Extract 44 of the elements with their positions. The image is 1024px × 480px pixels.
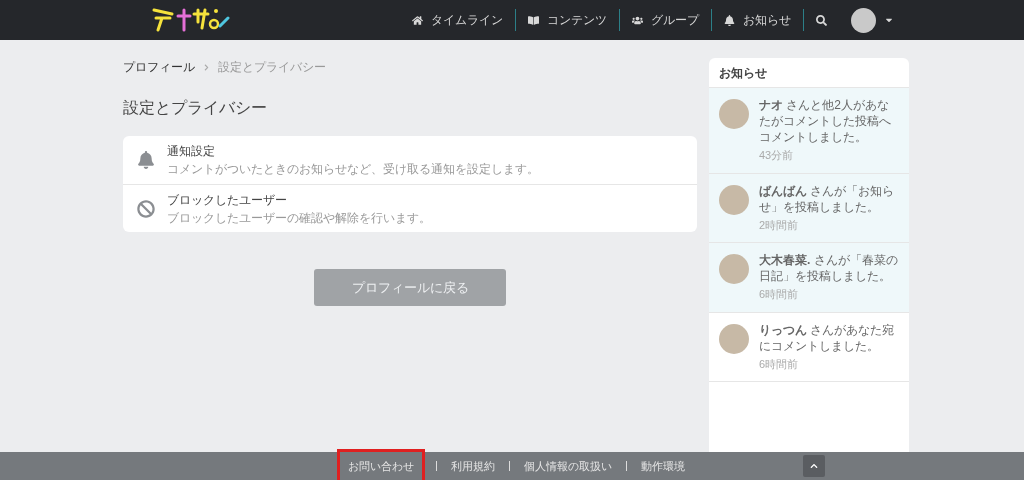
book-icon xyxy=(528,14,539,26)
footer-link[interactable]: 個人情報の取扱い xyxy=(524,457,612,475)
settings-item-description: ブロックしたユーザーの確認や解除を行います。 xyxy=(167,209,431,227)
footer-link[interactable]: 利用規約 xyxy=(451,457,495,475)
notification-message: りっつん さんがあなた宛にコメントしました。 xyxy=(759,321,896,354)
logo-icon[interactable] xyxy=(150,6,230,34)
breadcrumb-link[interactable]: プロフィール xyxy=(123,58,195,76)
avatar-menu-button[interactable] xyxy=(851,7,894,33)
footer-link[interactable]: お問い合わせ xyxy=(340,451,422,480)
avatar-photo-placeholder xyxy=(719,323,749,354)
notification-message: ばんばん さんが「お知らせ」を投稿しました。 xyxy=(759,182,896,215)
avatar-photo-placeholder xyxy=(719,184,749,215)
avatar-photo-placeholder xyxy=(719,254,749,284)
nav-link[interactable]: グループ xyxy=(620,11,711,29)
notification-time: 6時間前 xyxy=(759,287,800,302)
notification-time: 2時間前 xyxy=(759,217,800,233)
breadcrumb-current: 設定とプライバシー xyxy=(218,59,326,76)
chevron-up-icon xyxy=(810,462,818,470)
notification-time: 43分前 xyxy=(759,148,795,163)
nav-link[interactable]: お知らせ xyxy=(712,11,803,29)
settings-item-title: 通知設定 xyxy=(167,143,216,160)
nav-link[interactable]: コンテンツ xyxy=(516,11,619,29)
settings-item-title: ブロックしたユーザー xyxy=(167,191,288,209)
page-title: 設定とプライバシー xyxy=(123,98,268,118)
footer-link[interactable]: 動作環境 xyxy=(641,457,685,475)
settings-item-description: コメントがついたときのお知らせなど、受け取る通知を設定します。 xyxy=(167,161,539,178)
nav-link[interactable]: タイムライン xyxy=(400,11,515,29)
bell-icon xyxy=(724,14,735,26)
notification-time: 6時間前 xyxy=(759,356,800,372)
bell-icon xyxy=(137,151,155,169)
home-icon xyxy=(412,14,423,26)
users-icon xyxy=(632,14,643,26)
settings-item[interactable]: 通知設定 コメントがついたときのお知らせなど、受け取る通知を設定します。 xyxy=(123,136,697,184)
scroll-to-top-button[interactable] xyxy=(803,455,825,477)
notification-item[interactable]: 大木春菜. さんが「春菜の日記」を投稿しました。 6時間前 xyxy=(709,243,909,313)
settings-item[interactable]: ブロックしたユーザー ブロックしたユーザーの確認や解除を行います。 xyxy=(123,184,697,232)
chevron-icon xyxy=(203,63,210,71)
notification-item[interactable]: ナオ さんと他2人があなたがコメントした投稿へコメントしました。 43分前 xyxy=(709,88,909,174)
avatar-photo-placeholder xyxy=(719,99,749,129)
notification-message: 大木春菜. さんが「春菜の日記」を投稿しました。 xyxy=(759,252,899,284)
notification-message: ナオ さんと他2人があなたがコメントした投稿へコメントしました。 xyxy=(759,97,892,145)
notification-item[interactable]: ばんばん さんが「お知らせ」を投稿しました。 2時間前 xyxy=(709,173,909,243)
search-icon[interactable] xyxy=(816,14,827,26)
prohibited-icon xyxy=(137,199,155,218)
